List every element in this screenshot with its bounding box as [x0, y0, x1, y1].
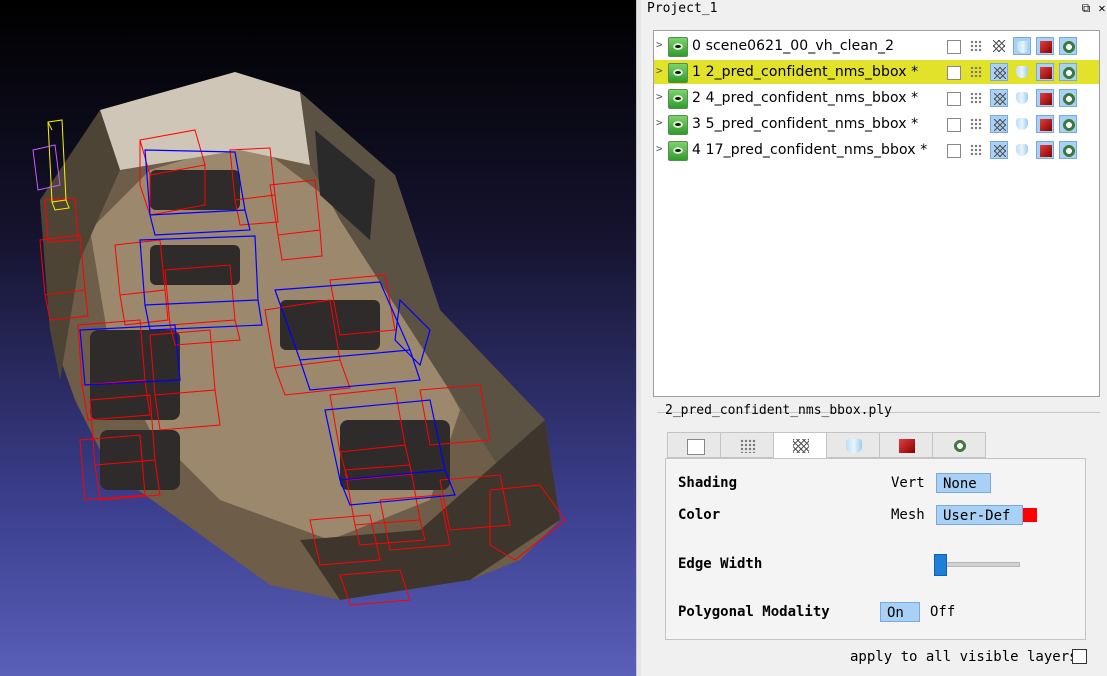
gear-icon[interactable]	[1059, 89, 1077, 107]
gear-icon[interactable]	[1059, 63, 1077, 81]
red-texture-icon[interactable]	[1036, 63, 1054, 81]
box-icon[interactable]	[944, 37, 962, 55]
layer-label: 4 17_pred_confident_nms_bbox *	[692, 142, 928, 158]
wireframe-icon[interactable]	[990, 37, 1008, 55]
expander-icon[interactable]: >	[656, 39, 666, 51]
gear-icon[interactable]	[1059, 141, 1077, 159]
mesh-filename: 2_pred_confident_nms_bbox.ply	[665, 403, 892, 418]
edge-width-label: Edge Width	[678, 556, 763, 572]
box-icon[interactable]	[944, 89, 962, 107]
cylinder-icon[interactable]	[1013, 141, 1031, 159]
wireframe-icon[interactable]	[990, 63, 1008, 81]
gear-icon	[952, 439, 968, 453]
tab-points[interactable]	[720, 432, 774, 458]
wireframe-icon[interactable]	[990, 115, 1008, 133]
color-label: Color	[678, 507, 721, 523]
gear-icon[interactable]	[1059, 115, 1077, 133]
cylinder-icon[interactable]	[1013, 37, 1031, 55]
layer-label: 0 scene0621_00_vh_clean_2	[692, 38, 895, 54]
tab-panel: Shading Vert None Color Mesh User-Def Ed…	[665, 458, 1086, 640]
eye-icon[interactable]	[668, 89, 688, 109]
box-icon	[687, 439, 705, 455]
box-icon[interactable]	[944, 63, 962, 81]
layer-label: 2 4_pred_confident_nms_bbox *	[692, 90, 919, 106]
eye-icon[interactable]	[668, 115, 688, 135]
layer-label: 1 2_pred_confident_nms_bbox *	[692, 64, 919, 80]
polygonal-modality-label: Polygonal Modality	[678, 604, 830, 620]
layer-list[interactable]: > 0 scene0621_00_vh_clean_2 > 1 2_pred_c…	[653, 30, 1100, 397]
red-texture-icon[interactable]	[1036, 37, 1054, 55]
cylinder-icon[interactable]	[1013, 63, 1031, 81]
shading-none-button[interactable]: None	[936, 473, 991, 493]
points-icon[interactable]	[967, 141, 985, 159]
dialog-title: Project_1	[647, 1, 718, 16]
3d-viewport[interactable]	[0, 0, 636, 676]
float-icon[interactable]: ⧉	[1079, 1, 1093, 15]
red-texture-icon[interactable]	[1036, 115, 1054, 133]
modality-off-button[interactable]: Off	[924, 602, 964, 622]
close-icon[interactable]: ✕	[1095, 1, 1107, 15]
tab-red-texture[interactable]	[879, 432, 933, 458]
wireframe-icon	[793, 439, 809, 453]
modality-on-button[interactable]: On	[880, 602, 920, 622]
color-userdef-button[interactable]: User-Def	[936, 505, 1023, 525]
layer-row-3[interactable]: > 3 5_pred_confident_nms_bbox *	[654, 112, 1099, 136]
wireframe-icon[interactable]	[990, 141, 1008, 159]
points-icon[interactable]	[967, 37, 985, 55]
points-icon[interactable]	[967, 89, 985, 107]
gear-icon[interactable]	[1059, 37, 1077, 55]
expander-icon[interactable]: >	[656, 65, 666, 77]
cylinder-icon	[846, 439, 862, 453]
tab-cylinder[interactable]	[826, 432, 880, 458]
red-texture-icon[interactable]	[1036, 89, 1054, 107]
layer-row-2[interactable]: > 2 4_pred_confident_nms_bbox *	[654, 86, 1099, 110]
apply-all-checkbox[interactable]	[1072, 649, 1087, 664]
layer-label: 3 5_pred_confident_nms_bbox *	[692, 116, 919, 132]
layer-row-4[interactable]: > 4 17_pred_confident_nms_bbox *	[654, 138, 1099, 162]
color-mode: Mesh	[891, 507, 925, 523]
shading-label: Shading	[678, 475, 738, 491]
tab-wireframe[interactable]	[773, 432, 827, 459]
points-icon[interactable]	[967, 63, 985, 81]
edge-width-slider[interactable]	[938, 562, 1020, 567]
red-texture-icon[interactable]	[1036, 141, 1054, 159]
tab-box[interactable]	[667, 432, 721, 458]
apply-all-label: apply to all visible layers	[850, 649, 1078, 665]
room-wall-top	[100, 72, 310, 170]
scene-render	[32, 72, 566, 606]
eye-icon[interactable]	[668, 141, 688, 161]
red-texture-icon	[899, 439, 915, 453]
color-swatch[interactable]	[1023, 508, 1037, 522]
wireframe-icon[interactable]	[990, 89, 1008, 107]
expander-icon[interactable]: >	[656, 91, 666, 103]
layer-row-0[interactable]: > 0 scene0621_00_vh_clean_2	[654, 34, 1099, 58]
box-icon[interactable]	[944, 141, 962, 159]
expander-icon[interactable]: >	[656, 117, 666, 129]
layer-dialog: Project_1 ⧉ ✕ > 0 scene0621_00_vh_clean_…	[641, 0, 1107, 676]
expander-icon[interactable]: >	[656, 143, 666, 155]
eye-icon[interactable]	[668, 37, 688, 57]
cylinder-icon[interactable]	[1013, 89, 1031, 107]
tab-gear[interactable]	[932, 432, 986, 458]
cylinder-icon[interactable]	[1013, 115, 1031, 133]
points-icon	[740, 439, 756, 453]
shading-mode: Vert	[891, 475, 925, 491]
layer-row-1[interactable]: > 1 2_pred_confident_nms_bbox *	[654, 60, 1099, 84]
eye-icon[interactable]	[668, 63, 688, 83]
edge-width-slider-thumb[interactable]	[934, 554, 947, 576]
points-icon[interactable]	[967, 115, 985, 133]
box-icon[interactable]	[944, 115, 962, 133]
